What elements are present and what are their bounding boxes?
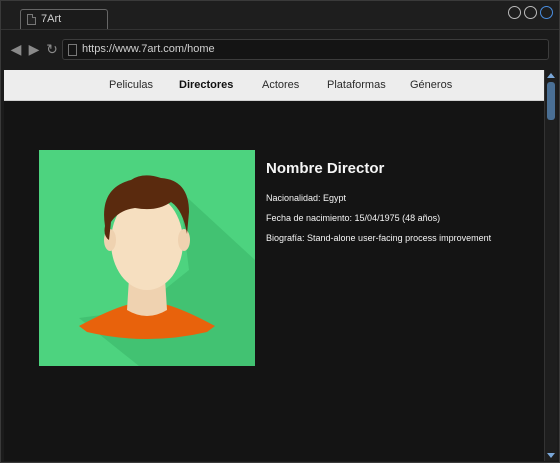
tab-strip: 7Art xyxy=(1,1,559,30)
document-icon xyxy=(27,14,36,25)
browser-window: 7Art ◀ ▶ ↻ https://www.7art.com/home Pel… xyxy=(0,0,560,463)
url-text[interactable]: https://www.7art.com/home xyxy=(82,43,215,55)
reload-icon[interactable]: ↻ xyxy=(45,42,59,56)
director-birthdate: Fecha de nacimiento: 15/04/1975 (48 años… xyxy=(266,213,441,223)
site-navbar: Peliculas Directores Actores Plataformas… xyxy=(4,70,544,101)
address-bar[interactable]: https://www.7art.com/home xyxy=(62,39,549,60)
arrow-left-icon[interactable]: ◀ xyxy=(9,42,23,56)
scroll-down-icon[interactable] xyxy=(547,453,555,458)
page-viewport: Peliculas Directores Actores Plataformas… xyxy=(4,70,544,461)
director-nationality: Nacionalidad: Egypt xyxy=(266,193,347,203)
director-photo xyxy=(39,150,255,366)
director-info: Nombre Director Nacionalidad: Egypt Fech… xyxy=(266,160,491,253)
nav-link-actores[interactable]: Actores xyxy=(262,79,299,91)
director-biography: Biografía: Stand-alone user-facing proce… xyxy=(266,233,492,243)
nav-link-plataformas[interactable]: Plataformas xyxy=(327,79,386,91)
document-icon xyxy=(68,44,77,56)
arrow-right-icon[interactable]: ▶ xyxy=(27,42,41,56)
browser-toolbar: ◀ ▶ ↻ https://www.7art.com/home xyxy=(1,29,559,68)
close-button[interactable] xyxy=(540,6,553,19)
avatar-illustration xyxy=(39,150,255,366)
window-controls xyxy=(508,6,553,19)
tab-title: 7Art xyxy=(41,13,62,25)
maximize-button[interactable] xyxy=(524,6,537,19)
nav-link-directores[interactable]: Directores xyxy=(179,79,233,91)
vertical-scrollbar[interactable] xyxy=(544,70,557,461)
nav-link-peliculas[interactable]: Peliculas xyxy=(109,79,153,91)
nav-link-generos[interactable]: Géneros xyxy=(410,79,452,91)
minimize-button[interactable] xyxy=(508,6,521,19)
browser-tab[interactable]: 7Art xyxy=(20,9,108,30)
scroll-thumb[interactable] xyxy=(547,82,555,120)
director-name: Nombre Director xyxy=(266,160,385,177)
scroll-up-icon[interactable] xyxy=(547,73,555,78)
